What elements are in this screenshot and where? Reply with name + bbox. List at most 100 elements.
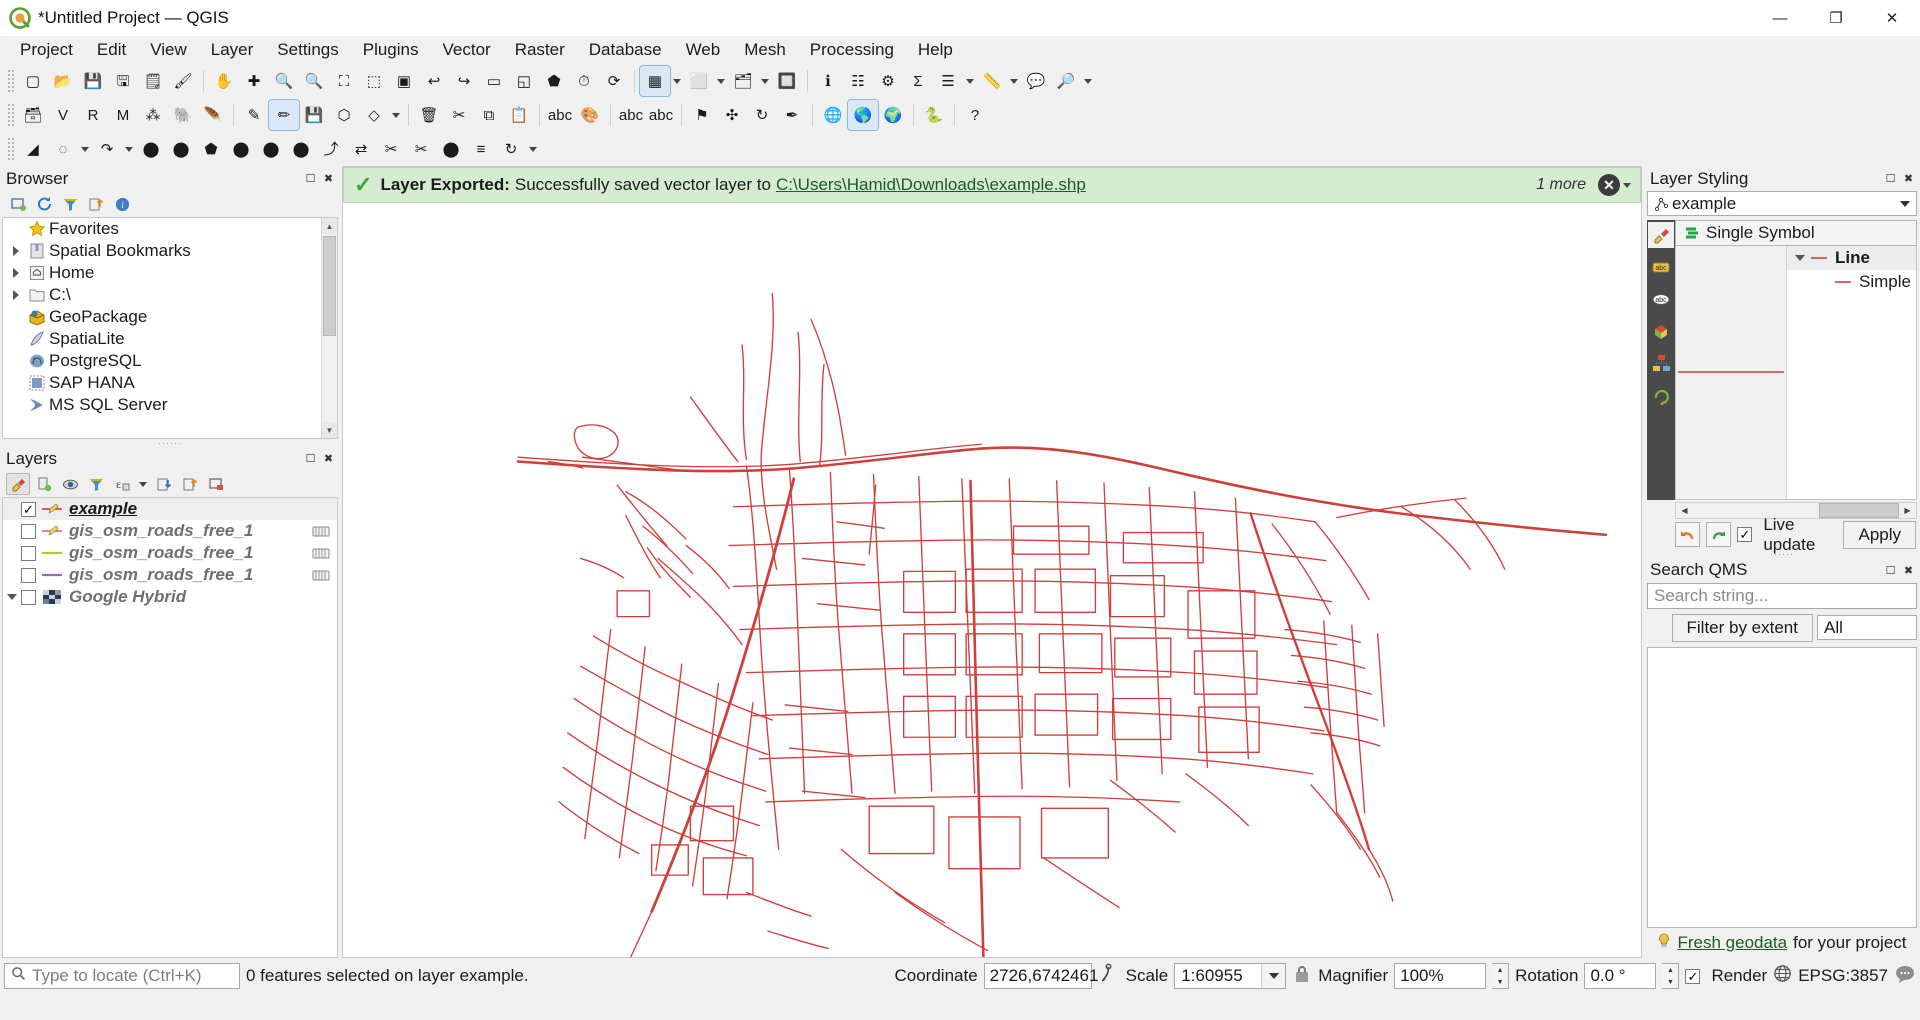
layer-filter-button[interactable] (311, 523, 331, 539)
menu-item-project[interactable]: Project (8, 37, 85, 63)
offset-curve-icon[interactable]: ⤴ (316, 134, 346, 164)
scroll-up-icon[interactable]: ▲ (322, 218, 337, 234)
renderer-selector[interactable]: Single Symbol (1675, 220, 1917, 246)
digitize-with-shape-icon[interactable]: ◇ (359, 100, 389, 130)
zoom-to-layer-icon[interactable]: ▣ (389, 66, 419, 96)
layer-visibility-checkbox[interactable]: ✓ (21, 501, 36, 517)
chevron-down-icon[interactable] (389, 100, 403, 130)
symbol-layer-row[interactable]: Simple (1787, 270, 1916, 294)
redo-icon[interactable] (1706, 522, 1732, 547)
rotation-field[interactable]: 0.0 ° (1584, 963, 1657, 989)
browser-item-postgresql[interactable]: PostgreSQL (3, 350, 337, 372)
zoom-next-icon[interactable]: ↪ (449, 66, 479, 96)
filter-by-extent-button[interactable]: Filter by extent (1671, 613, 1813, 642)
menu-item-help[interactable]: Help (906, 37, 965, 63)
style-manager-icon[interactable]: 🖌 (168, 66, 198, 96)
chevron-down-icon[interactable] (136, 469, 150, 499)
globe-icon[interactable] (1773, 964, 1792, 988)
chevron-down-icon[interactable] (1896, 201, 1914, 207)
3d-view-icon[interactable] (1648, 318, 1674, 344)
browser-item-spatial-bookmarks[interactable]: Spatial Bookmarks (3, 240, 337, 262)
message-more-label[interactable]: 1 more (1536, 176, 1586, 194)
change-label-icon[interactable]: ✒ (777, 100, 807, 130)
toggle-editing-icon[interactable]: ✏ (268, 99, 300, 131)
messages-icon[interactable] (1894, 964, 1916, 989)
coordinate-field[interactable]: 2726,6742461 (983, 963, 1098, 989)
add-vector-layer-icon[interactable]: V (48, 100, 78, 130)
chevron-down-icon[interactable] (670, 66, 684, 96)
data-source-manager-icon[interactable]: 🗃 (18, 100, 48, 130)
browser-item-favorites[interactable]: Favorites (3, 218, 337, 240)
paste-features-icon[interactable]: 📋 (504, 100, 534, 130)
refresh-icon[interactable]: ⟳ (599, 66, 629, 96)
highlight-pinned-labels-icon[interactable]: abc (616, 100, 646, 130)
show-attribute-panel-icon[interactable]: ☰ (933, 66, 963, 96)
new-3d-map-view-icon[interactable]: ⬟ (539, 66, 569, 96)
style-layer-icon[interactable]: 🎨 (575, 100, 605, 130)
maximize-button[interactable]: ❐ (1808, 0, 1864, 36)
zoom-out-icon[interactable]: 🔍 (299, 66, 329, 96)
merge-attributes-icon[interactable]: ≡ (466, 134, 496, 164)
browser-item-home[interactable]: Home (3, 262, 337, 284)
close-icon[interactable]: ✖ (321, 451, 336, 466)
browser-scrollbar[interactable]: ▲ ▼ (321, 218, 337, 438)
expand-all-icon[interactable] (152, 473, 176, 495)
add-delimited-text-layer-icon[interactable]: ⁂ (138, 100, 168, 130)
save-project-icon[interactable]: 💾 (78, 66, 108, 96)
filter-legend-by-expression-icon[interactable]: ε (110, 473, 134, 495)
new-print-layout-icon[interactable]: 🗒 (138, 66, 168, 96)
labels-icon[interactable]: abc (1648, 254, 1674, 280)
message-dropdown-icon[interactable] (1620, 170, 1634, 200)
render-checkbox[interactable]: ✓ (1685, 968, 1701, 984)
chevron-down-icon[interactable] (78, 134, 92, 164)
search-qms-input[interactable]: Search string... (1647, 582, 1917, 609)
enable-tracing-icon[interactable]: ◢ (18, 134, 48, 164)
cut-features-icon[interactable]: ✂ (444, 100, 474, 130)
select-features-icon[interactable]: ▦ (639, 65, 671, 97)
message-link[interactable]: C:\Users\Hamid\Downloads\example.shp (776, 175, 1086, 195)
delete-selected-icon[interactable]: 🗑 (414, 100, 444, 130)
rotate-feature-icon[interactable]: ↻ (496, 134, 526, 164)
layers-tree[interactable]: ✓ example gis_osm_roads_free_1 gis_osm_road… (2, 497, 338, 958)
layer-filter-button[interactable] (311, 567, 331, 583)
scroll-left-icon[interactable]: ◀ (1676, 503, 1693, 518)
diagrams-icon[interactable] (1648, 350, 1674, 376)
layer-visibility-checkbox[interactable] (21, 567, 36, 583)
toolbar-drag-handle[interactable] (7, 103, 15, 127)
filter-legend-icon[interactable] (84, 473, 108, 495)
zoom-full-icon[interactable]: ⛶ (329, 66, 359, 96)
chevron-right-icon[interactable] (7, 246, 25, 256)
apply-button[interactable]: Apply (1843, 520, 1917, 549)
pan-to-selection-icon[interactable]: ✚ (239, 66, 269, 96)
menu-item-mesh[interactable]: Mesh (732, 37, 798, 63)
new-project-icon[interactable]: ▢ (18, 66, 48, 96)
chevron-down-icon[interactable] (963, 66, 977, 96)
chevron-down-icon[interactable] (3, 594, 21, 600)
layer-row[interactable]: gis_osm_roads_free_1 (3, 564, 337, 586)
enable-properties-widget-icon[interactable]: i (110, 193, 134, 215)
menu-item-layer[interactable]: Layer (199, 37, 266, 63)
qms-search-icon[interactable]: 🌎 (847, 99, 879, 131)
live-update-checkbox[interactable]: ✓ (1737, 527, 1753, 542)
chevron-down-icon[interactable] (1261, 964, 1286, 988)
python-console-icon[interactable]: 🐍 (919, 100, 949, 130)
rotate-label-icon[interactable]: ↻ (747, 100, 777, 130)
temporal-controller-icon[interactable]: ⏱ (569, 66, 599, 96)
toolbar-drag-handle[interactable] (7, 69, 15, 93)
menu-item-view[interactable]: View (138, 37, 199, 63)
help-contents-icon[interactable]: ? (960, 100, 990, 130)
new-map-view-icon[interactable]: ◱ (509, 66, 539, 96)
chevron-down-icon[interactable] (758, 66, 772, 96)
move-label-icon[interactable]: ✣ (717, 100, 747, 130)
layer-filter-button[interactable] (311, 545, 331, 561)
pin-labels-icon[interactable]: abc (646, 100, 676, 130)
zoom-in-icon[interactable]: 🔍 (269, 66, 299, 96)
scroll-right-icon[interactable]: ▶ (1899, 503, 1916, 518)
deselect-features-icon[interactable]: ⬜ (684, 66, 714, 96)
undo-icon[interactable] (1675, 522, 1701, 547)
save-project-as-icon[interactable]: 🖫 (108, 66, 138, 96)
refresh-icon[interactable] (32, 193, 56, 215)
chevron-down-icon[interactable] (714, 66, 728, 96)
layer-selector-combo[interactable]: example (1647, 191, 1917, 216)
menu-item-settings[interactable]: Settings (265, 37, 350, 63)
